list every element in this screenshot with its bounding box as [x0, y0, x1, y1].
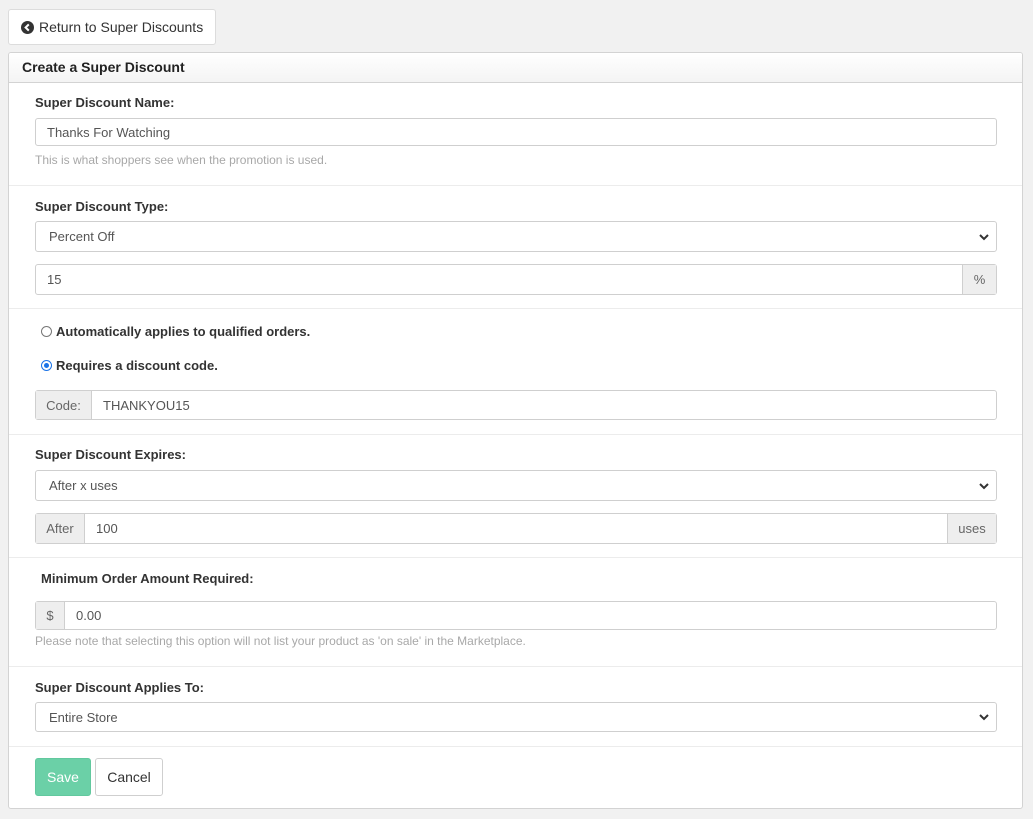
- applies-to-section: Super Discount Applies To: Entire Store: [9, 666, 1022, 746]
- create-discount-panel: Create a Super Discount Super Discount N…: [8, 52, 1023, 809]
- applies-to-select[interactable]: Entire Store: [35, 702, 997, 732]
- name-input[interactable]: Thanks For Watching: [35, 118, 997, 146]
- name-section: Super Discount Name: Thanks For Watching…: [9, 83, 1022, 185]
- code-input-group: Code: THANKYOU15: [35, 390, 997, 420]
- after-addon: After: [36, 514, 85, 543]
- type-label: Super Discount Type:: [35, 199, 169, 214]
- expires-select-value: After x uses: [49, 478, 118, 493]
- minimum-label: Minimum Order Amount Required:: [41, 571, 254, 586]
- auto-apply-label: Automatically applies to qualified order…: [56, 324, 311, 339]
- cancel-button[interactable]: Cancel: [95, 758, 163, 796]
- return-button-label: Return to Super Discounts: [39, 19, 204, 35]
- auto-apply-radio[interactable]: [41, 326, 52, 337]
- minimum-help-text: Please note that selecting this option w…: [35, 634, 526, 648]
- name-input-value: Thanks For Watching: [47, 124, 171, 140]
- type-section: Super Discount Type: Percent Off 15 %: [9, 185, 1022, 308]
- minimum-amount-input[interactable]: 0.00: [65, 608, 996, 623]
- percent-input[interactable]: 15: [36, 272, 962, 287]
- panel-title: Create a Super Discount: [9, 53, 1022, 83]
- uses-input-group: After 100 uses: [35, 513, 997, 544]
- code-input[interactable]: THANKYOU15: [92, 398, 996, 413]
- applies-to-label: Super Discount Applies To:: [35, 680, 205, 695]
- uses-input[interactable]: 100: [85, 521, 947, 536]
- name-label: Super Discount Name:: [35, 95, 175, 110]
- return-button[interactable]: Return to Super Discounts: [8, 9, 216, 45]
- minimum-input-group: $ 0.00: [35, 601, 997, 630]
- type-select[interactable]: Percent Off: [35, 221, 997, 252]
- name-help-text: This is what shoppers see when the promo…: [35, 153, 328, 167]
- apply-method-section: Automatically applies to qualified order…: [9, 308, 1022, 434]
- chevron-circle-left-icon: [21, 20, 34, 34]
- expires-section: Super Discount Expires: After x uses Aft…: [9, 434, 1022, 557]
- percent-input-group: 15 %: [35, 264, 997, 295]
- expires-select[interactable]: After x uses: [35, 470, 997, 501]
- expires-label: Super Discount Expires:: [35, 447, 186, 462]
- save-button[interactable]: Save: [35, 758, 91, 796]
- code-required-option[interactable]: Requires a discount code.: [41, 358, 218, 373]
- chevron-down-icon: [978, 711, 990, 723]
- code-required-radio[interactable]: [41, 360, 52, 371]
- applies-to-select-value: Entire Store: [49, 709, 118, 725]
- code-addon: Code:: [36, 391, 92, 419]
- code-required-label: Requires a discount code.: [56, 358, 218, 373]
- chevron-down-icon: [978, 231, 990, 243]
- type-select-value: Percent Off: [49, 229, 115, 244]
- uses-addon: uses: [947, 514, 996, 543]
- minimum-amount-section: Minimum Order Amount Required: $ 0.00 Pl…: [9, 557, 1022, 666]
- auto-apply-option[interactable]: Automatically applies to qualified order…: [41, 324, 310, 339]
- dollar-addon: $: [36, 602, 65, 629]
- chevron-down-icon: [978, 480, 990, 492]
- percent-addon: %: [962, 265, 996, 294]
